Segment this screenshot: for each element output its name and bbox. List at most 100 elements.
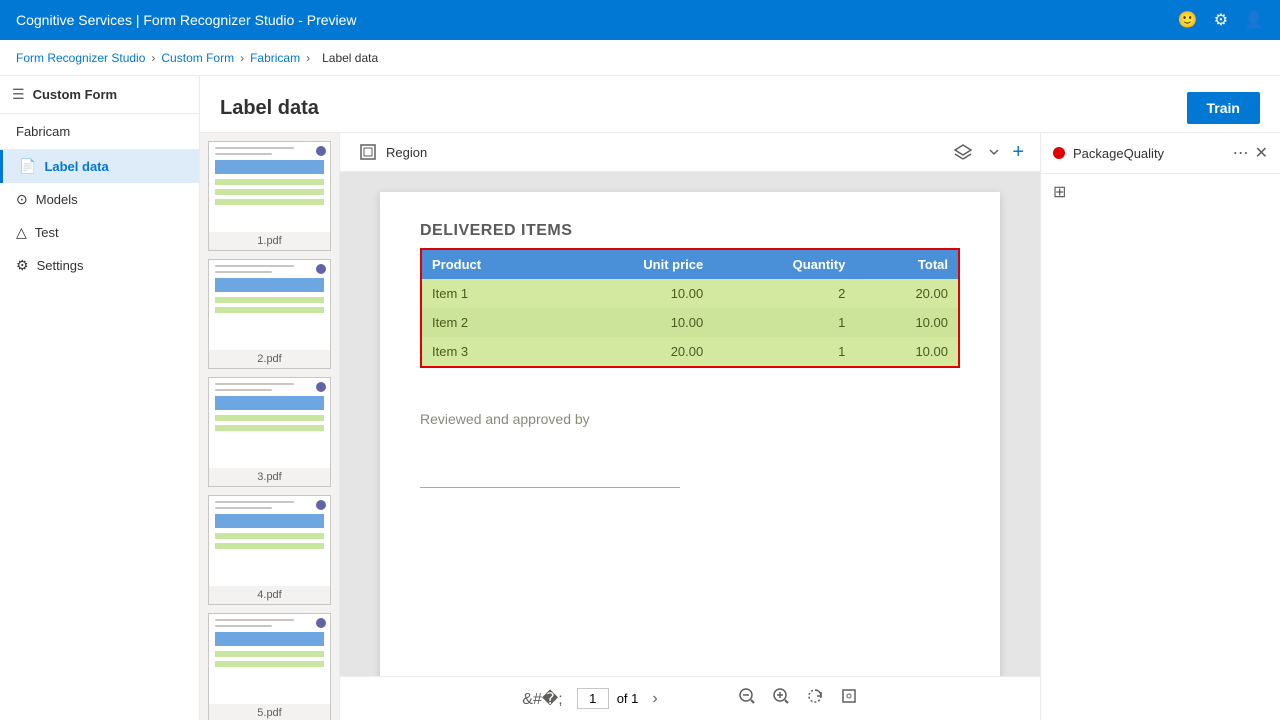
- zoom-in-icon: [772, 687, 790, 705]
- add-button[interactable]: +: [1012, 141, 1024, 164]
- sidebar-title: Custom Form: [33, 87, 118, 102]
- invoice-table: Product Unit price Quantity Total Item 1: [422, 250, 958, 366]
- sidebar-item-settings-text: Settings: [37, 258, 84, 273]
- thumbnail-2-label: 2.pdf: [209, 350, 330, 368]
- settings-icon[interactable]: ⚙: [1214, 10, 1228, 30]
- breadcrumb-custom-form[interactable]: Custom Form: [161, 51, 234, 65]
- right-panel-table-row: ⊞: [1041, 174, 1280, 210]
- thumbnail-3-img: [209, 378, 330, 468]
- sidebar-nav: 📄 Label data ⊙ Models △ Test ⚙ Settings: [0, 150, 199, 720]
- sidebar-item-models[interactable]: ⊙ Models: [0, 183, 199, 216]
- table-header-row: Product Unit price Quantity Total: [422, 250, 958, 279]
- smiley-icon[interactable]: 🙂: [1178, 10, 1198, 30]
- col-product: Product: [422, 250, 557, 279]
- thumbnail-2-img: [209, 260, 330, 350]
- layers-button[interactable]: [950, 139, 976, 165]
- thumbnail-1-label: 1.pdf: [209, 232, 330, 250]
- zoom-in-button[interactable]: [766, 685, 796, 712]
- doc-toolbar: Region: [340, 133, 1040, 172]
- col-quantity: Quantity: [713, 250, 855, 279]
- right-panel-actions: ⋯ ✕: [1233, 143, 1268, 163]
- thumbnail-3[interactable]: 3.pdf: [208, 377, 331, 487]
- col-unit-price: Unit price: [557, 250, 713, 279]
- sidebar-project-name: Fabricam: [0, 114, 199, 150]
- cell-product-3: Item 3: [422, 337, 557, 366]
- sidebar-item-test-text: Test: [35, 225, 59, 240]
- thumbnail-5-dot: [316, 618, 326, 628]
- doc-content: DELIVERED ITEMS Product Unit price Quant…: [340, 172, 1040, 676]
- close-label-button[interactable]: ✕: [1255, 143, 1268, 163]
- content-header: Label data Train: [200, 76, 1280, 133]
- cell-total-1: 20.00: [855, 279, 958, 308]
- cell-total-3: 10.00: [855, 337, 958, 366]
- sidebar-item-label-data[interactable]: 📄 Label data: [0, 150, 199, 183]
- prev-page-button[interactable]: &#�;: [516, 687, 568, 711]
- zoom-out-icon: [738, 687, 756, 705]
- thumbnail-4[interactable]: 4.pdf: [208, 495, 331, 605]
- total-pages: of 1: [617, 691, 639, 706]
- sidebar-item-test[interactable]: △ Test: [0, 216, 199, 249]
- delivered-items-title: DELIVERED ITEMS: [420, 222, 960, 240]
- sidebar-item-settings[interactable]: ⚙ Settings: [0, 249, 199, 282]
- region-icon-button[interactable]: [356, 140, 380, 164]
- thumbnail-1-dot: [316, 146, 326, 156]
- thumbnail-2[interactable]: 2.pdf: [208, 259, 331, 369]
- cell-unit-price-3: 20.00: [557, 337, 713, 366]
- toolbar-region-section: Region: [356, 140, 427, 164]
- toolbar-right: +: [950, 139, 1024, 165]
- fit-icon: [840, 687, 858, 705]
- chevron-down-icon: [988, 146, 1000, 158]
- zoom-out-button[interactable]: [732, 685, 762, 712]
- sidebar: ☰ Custom Form Fabricam 📄 Label data ⊙ Mo…: [0, 76, 200, 720]
- profile-icon[interactable]: 👤: [1244, 10, 1264, 30]
- cell-total-2: 10.00: [855, 308, 958, 337]
- cell-quantity-2: 1: [713, 308, 855, 337]
- region-icon: [360, 144, 376, 160]
- breadcrumb: Form Recognizer Studio › Custom Form › F…: [0, 40, 1280, 76]
- table-highlight: Product Unit price Quantity Total Item 1: [420, 248, 960, 368]
- topbar: Cognitive Services | Form Recognizer Stu…: [0, 0, 1280, 40]
- breadcrumb-form-recognizer[interactable]: Form Recognizer Studio: [16, 51, 145, 65]
- thumbnail-5-img: [209, 614, 330, 704]
- thumbnail-4-dot: [316, 500, 326, 510]
- next-page-button[interactable]: ›: [646, 688, 663, 710]
- region-label: Region: [386, 145, 427, 160]
- more-options-button[interactable]: ⋯: [1233, 143, 1249, 163]
- app-title: Cognitive Services | Form Recognizer Stu…: [16, 12, 357, 28]
- sidebar-header: ☰ Custom Form: [0, 76, 199, 114]
- fit-button[interactable]: [834, 685, 864, 712]
- rotate-button[interactable]: [800, 685, 830, 712]
- chevron-down-button[interactable]: [984, 142, 1004, 162]
- cell-quantity-1: 2: [713, 279, 855, 308]
- thumbnail-2-dot: [316, 264, 326, 274]
- sidebar-item-models-text: Models: [36, 192, 78, 207]
- cell-unit-price-1: 10.00: [557, 279, 713, 308]
- sidebar-item-label-data-text: Label data: [44, 159, 108, 174]
- cell-product-1: Item 1: [422, 279, 557, 308]
- page-number-input[interactable]: [577, 688, 609, 709]
- package-quality-dot: [1053, 147, 1065, 159]
- table-view-icon[interactable]: ⊞: [1053, 182, 1066, 202]
- main-layout: ☰ Custom Form Fabricam 📄 Label data ⊙ Mo…: [0, 76, 1280, 720]
- table-row: Item 3 20.00 1 10.00: [422, 337, 958, 366]
- breadcrumb-fabricam[interactable]: Fabricam: [250, 51, 300, 65]
- train-button[interactable]: Train: [1187, 92, 1260, 124]
- reviewed-text: Reviewed and approved by: [420, 411, 960, 427]
- doc-footer: &#�; of 1 ›: [340, 676, 1040, 720]
- breadcrumb-current: Label data: [322, 51, 378, 65]
- thumbnail-panel: 1.pdf 2.pdf: [200, 133, 340, 720]
- settings-nav-icon: ⚙: [16, 257, 29, 274]
- cell-product-2: Item 2: [422, 308, 557, 337]
- thumbnail-1-img: [209, 142, 330, 232]
- sidebar-collapse-button[interactable]: ☰: [12, 86, 25, 103]
- content-area: Label data Train: [200, 76, 1280, 720]
- thumbnail-1[interactable]: 1.pdf: [208, 141, 331, 251]
- cell-unit-price-2: 10.00: [557, 308, 713, 337]
- col-total: Total: [855, 250, 958, 279]
- doc-main: Region: [340, 133, 1040, 720]
- topbar-icons: 🙂 ⚙ 👤: [1178, 10, 1264, 30]
- doc-page: DELIVERED ITEMS Product Unit price Quant…: [380, 192, 1000, 676]
- right-panel-label-item: PackageQuality ⋯ ✕: [1041, 133, 1280, 174]
- thumbnail-5[interactable]: 5.pdf: [208, 613, 331, 720]
- models-icon: ⊙: [16, 191, 28, 208]
